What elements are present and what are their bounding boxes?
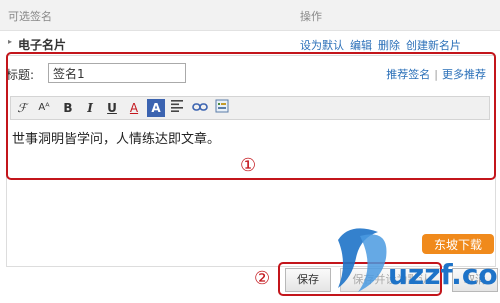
annotation-two: ② xyxy=(254,268,271,289)
signature-list-header: 可选签名 操作 xyxy=(0,0,500,31)
set-default-link[interactable]: 设为默认 xyxy=(300,39,344,52)
watermark-badge: 东坡下载 xyxy=(434,238,482,252)
column-name-header: 可选签名 xyxy=(8,10,52,23)
delete-link[interactable]: 删除 xyxy=(378,39,400,52)
edit-link[interactable]: 编辑 xyxy=(350,39,372,52)
site-watermark: 东坡下载 uzzf.com xyxy=(330,218,500,300)
expand-triangle-icon[interactable]: ▸ xyxy=(8,37,12,46)
column-ops-header: 操作 xyxy=(300,10,322,23)
signature-ops: 设为默认 编辑 删除 创建新名片 xyxy=(300,37,467,53)
create-card-link[interactable]: 创建新名片 xyxy=(406,39,461,52)
annotation-one: ① xyxy=(240,155,257,176)
watermark-text: uzzf.com xyxy=(388,258,500,291)
signature-name: 电子名片 xyxy=(18,38,67,52)
